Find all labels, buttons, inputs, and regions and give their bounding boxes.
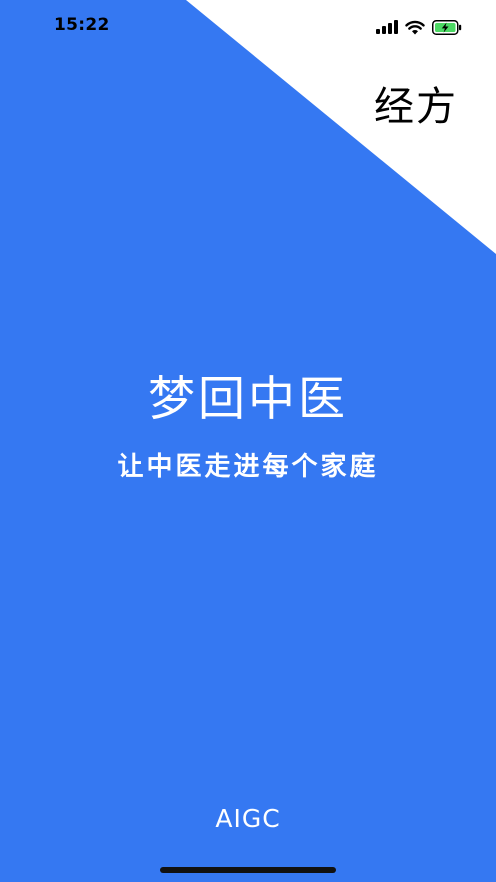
corner-label: 经方 <box>374 84 458 130</box>
app-title: 梦回中医 <box>148 372 348 427</box>
splash-screen: 15:22 经方 梦回中医 让中医走进每个家庭 AIGC <box>0 0 496 882</box>
app-slogan: 让中医走进每个家庭 <box>117 452 379 482</box>
cellular-signal-icon <box>376 20 398 34</box>
status-bar: 15:22 <box>0 0 496 54</box>
status-icons <box>376 17 462 37</box>
footer-label: AIGC <box>215 804 281 833</box>
home-indicator[interactable] <box>160 867 336 873</box>
battery-charging-icon <box>432 19 462 35</box>
status-time: 15:22 <box>54 15 110 35</box>
wifi-icon <box>405 20 425 34</box>
corner-triangle-decoration <box>186 0 496 254</box>
